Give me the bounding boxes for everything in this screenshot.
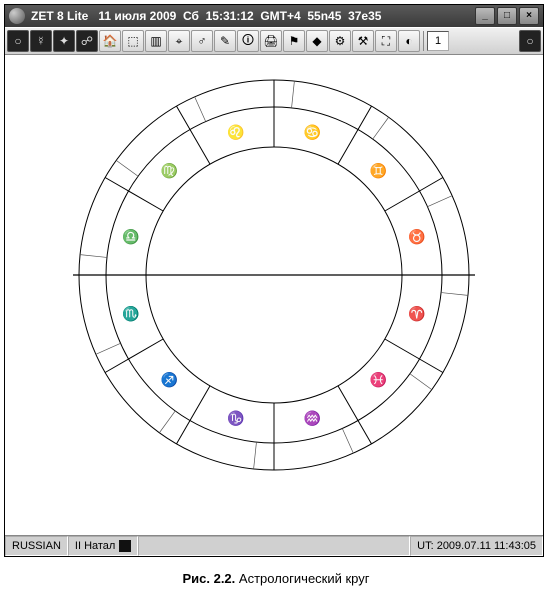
toolbar-button-8[interactable]: ♂ [191, 30, 213, 52]
toolbar-button-11[interactable]: 🖨 [260, 30, 282, 52]
status-spacer [138, 536, 410, 556]
chart-canvas: ♎ ♍ ♌ ♋ ♊ ♉ ♈ ♓ ♒ ♑ ♐ ♏ [5, 55, 543, 535]
sign-leo: ♌ [227, 124, 244, 141]
sign-aquarius: ♒ [304, 410, 321, 427]
app-icon [9, 8, 25, 24]
astro-wheel: ♎ ♍ ♌ ♋ ♊ ♉ ♈ ♓ ♒ ♑ ♐ ♏ [54, 55, 494, 495]
toolbar-last-button[interactable]: ○ [519, 30, 541, 52]
sign-virgo: ♍ [161, 162, 178, 179]
sign-gemini: ♊ [370, 162, 387, 179]
toolbar-button-4[interactable]: 🏠 [99, 30, 121, 52]
toolbar-button-12[interactable]: ⚑ [283, 30, 305, 52]
toolbar-button-17[interactable]: ◐ [398, 30, 420, 52]
toolbar-button-2[interactable]: ✦ [53, 30, 75, 52]
window-buttons: _ □ × [475, 7, 539, 25]
toolbar-button-14[interactable]: ⚙ [329, 30, 351, 52]
sign-taurus: ♉ [408, 229, 425, 246]
toolbar-button-1[interactable]: ☿ [30, 30, 52, 52]
close-button[interactable]: × [519, 7, 539, 25]
toolbar: ○☿✦☍🏠⬚▥⌖♂✎🛈🖨⚑◆⚙⚒⛶◐1○ [5, 27, 543, 55]
sign-aries: ♈ [408, 305, 425, 322]
title-day: Сб [183, 9, 199, 23]
toolbar-button-9[interactable]: ✎ [214, 30, 236, 52]
title-text: ZET 8 Lite 11 июля 2009 Сб 15:31:12 GMT+… [31, 9, 475, 23]
sign-cancer: ♋ [304, 124, 321, 141]
toolbar-button-10[interactable]: 🛈 [237, 30, 259, 52]
toolbar-button-3[interactable]: ☍ [76, 30, 98, 52]
status-mode[interactable]: II Натал [68, 536, 138, 556]
sign-sagittarius: ♐ [161, 372, 178, 389]
titlebar: ZET 8 Lite 11 июля 2009 Сб 15:31:12 GMT+… [5, 5, 543, 27]
title-lon: 37e35 [348, 9, 381, 23]
minimize-button[interactable]: _ [475, 7, 495, 25]
status-ut: UT: 2009.07.11 11:43:05 [410, 536, 543, 556]
toolbar-button-16[interactable]: ⛶ [375, 30, 397, 52]
title-date: 11 июля 2009 [98, 9, 176, 23]
app-window: ZET 8 Lite 11 июля 2009 Сб 15:31:12 GMT+… [4, 4, 544, 557]
toolbar-button-0[interactable]: ○ [7, 30, 29, 52]
toolbar-separator [423, 31, 424, 51]
caption-label: Рис. 2.2. [182, 571, 235, 586]
toolbar-button-6[interactable]: ▥ [145, 30, 167, 52]
toolbar-button-15[interactable]: ⚒ [352, 30, 374, 52]
title-time: 15:31:12 [206, 9, 254, 23]
title-tz: GMT+4 [260, 9, 300, 23]
sign-libra: ♎ [122, 229, 139, 246]
statusbar: RUSSIAN II Натал UT: 2009.07.11 11:43:05 [5, 535, 543, 556]
maximize-button[interactable]: □ [497, 7, 517, 25]
toolbar-number-field[interactable]: 1 [427, 31, 449, 51]
sign-capricorn: ♑ [227, 410, 244, 427]
figure-caption: Рис. 2.2. Астрологический круг [0, 571, 552, 586]
toolbar-button-13[interactable]: ◆ [306, 30, 328, 52]
title-lat: 55n45 [307, 9, 341, 23]
sign-pisces: ♓ [370, 372, 387, 389]
caption-text: Астрологический круг [239, 571, 370, 586]
toolbar-button-7[interactable]: ⌖ [168, 30, 190, 52]
status-lang[interactable]: RUSSIAN [5, 536, 68, 556]
toolbar-button-5[interactable]: ⬚ [122, 30, 144, 52]
app-name: ZET 8 Lite [31, 9, 88, 23]
sign-scorpio: ♏ [122, 305, 139, 322]
